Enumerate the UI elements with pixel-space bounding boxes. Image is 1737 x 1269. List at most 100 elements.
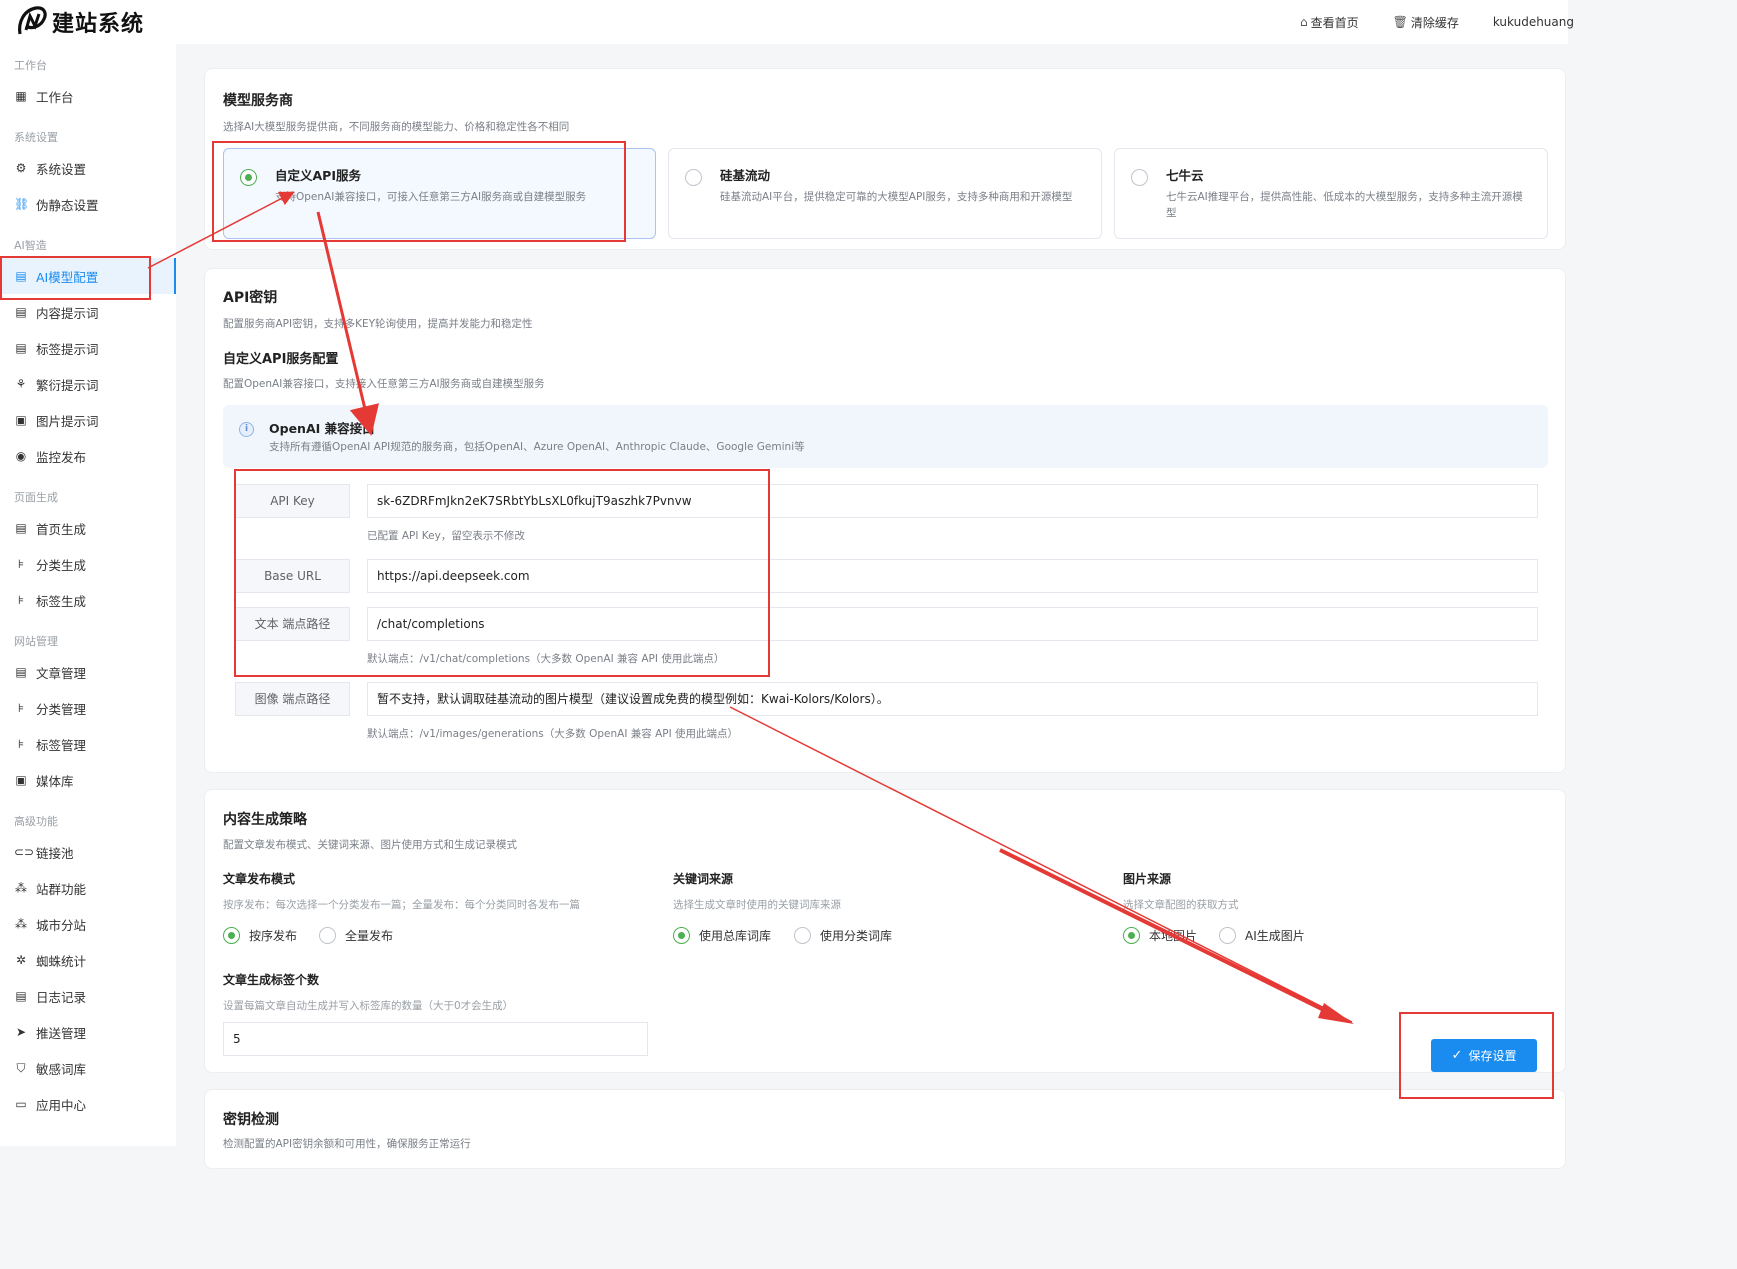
card-title: 内容生成策略 [223,812,307,828]
trash-icon: 🗑 [1392,15,1408,29]
sidebar-item-label: 推送管理 [36,1025,87,1041]
sidebar-item-category-mgmt[interactable]: ⊧ 分类管理 [0,690,176,726]
sidebar-item-label: 标签生成 [36,593,87,609]
image-endpoint-input[interactable]: 暂不支持，默认调取硅基流动的图片模型（建议设置成免费的模型例如：Kwai-Kol… [367,682,1538,716]
image-icon: ▣ [15,413,27,427]
publish-mode-all[interactable]: 全量发布 [319,927,393,944]
home-icon: ⌂ [1299,15,1308,29]
card-title: 密钥检测 [223,1112,279,1128]
sidebar-item-rewrite-settings[interactable]: ⛓ 伪静态设置 [0,186,176,222]
provider-radio[interactable] [685,169,702,186]
tag-count-input[interactable]: 5 [223,1022,648,1056]
sidebar-item-label: 文章管理 [36,665,87,681]
share-nodes-icon: ⚘ [15,377,27,391]
publish-mode-desc: 按序发布：每次选择一个分类发布一篇；全量发布：每个分类同时各发布一篇 [223,899,580,911]
sub-desc: 配置OpenAI兼容接口，支持接入任意第三方AI服务商或自建模型服务 [223,378,545,390]
provider-radio[interactable] [1131,169,1148,186]
sidebar-item-link-pool[interactable]: ⊂⊃ 链接池 [0,834,176,870]
sidebar-item-label: 分类生成 [36,557,87,573]
api-key-hint: 已配置 API Key，留空表示不修改 [367,530,525,542]
radio[interactable] [1123,927,1140,944]
image-icon: ▣ [15,773,27,787]
notice-desc: 支持所有遵循OpenAI API规范的服务商，包括OpenAI、Azure Op… [269,441,805,453]
sidebar-item-workbench[interactable]: ▦ 工作台 [0,78,176,114]
radio-label: AI生成图片 [1245,929,1305,943]
gear-icon: ⚙ [15,161,27,175]
sidebar-item-tag-mgmt[interactable]: ⊧ 标签管理 [0,726,176,762]
sidebar-item-media-library[interactable]: ▣ 媒体库 [0,762,176,798]
sidebar-item-sensitive-words[interactable]: ⛉ 敏感词库 [0,1050,176,1086]
sidebar-item-tag-prompt[interactable]: ▤ 标签提示词 [0,330,176,366]
provider-name: 硅基流动 [720,168,771,183]
radio[interactable] [223,927,240,944]
provider-option-siliconflow[interactable]: 硅基流动 硅基流动AI平台，提供稳定可靠的大模型API服务，支持多种商用和开源模… [668,148,1102,239]
sidebar-group-workbench: 工作台 [14,59,47,72]
sidebar-item-article-mgmt[interactable]: ▤ 文章管理 [0,654,176,690]
provider-option-qiniu[interactable]: 七牛云 七牛云AI推理平台，提供高性能、低成本的大模型服务，支持多种主流开源模型 [1114,148,1548,239]
sidebar-item-ai-model-config[interactable]: ▤ AI模型配置 [0,258,176,294]
key-check-card: 密钥检测 检测配置的API密钥余额和可用性，确保服务正常运行 [204,1089,1566,1169]
sidebar-item-home-gen[interactable]: ▤ 首页生成 [0,510,176,546]
logo[interactable]: 建站系统 [14,4,144,40]
sitemap-icon: ⛓ [14,197,30,211]
view-home-link[interactable]: ⌂ 查看首页 [1300,14,1359,31]
sidebar-item-push-mgmt[interactable]: ➤ 推送管理 [0,1014,176,1050]
sidebar-item-label: 标签管理 [36,737,87,753]
save-settings-button[interactable]: ✓ 保存设置 [1431,1039,1537,1072]
tree-icon: ⊧ [17,593,25,607]
user-menu[interactable]: kukudehuang [1493,15,1574,29]
cluster-icon: ⁂ [15,881,27,895]
sidebar-item-app-center[interactable]: ▭ 应用中心 [0,1086,176,1122]
radio-label: 按序发布 [249,929,298,943]
content-strategy-card: 内容生成策略 配置文章发布模式、关键词来源、图片使用方式和生成记录模式 文章发布… [204,789,1566,1073]
keyword-source-desc: 选择生成文章时使用的关键词库来源 [673,899,841,911]
radio[interactable] [319,927,336,944]
card-title: API密钥 [223,290,278,306]
radio-label: 使用总库词库 [699,929,772,943]
sidebar-item-system-settings[interactable]: ⚙ 系统设置 [0,150,176,186]
provider-option-custom-api[interactable]: 自定义API服务 支持OpenAI兼容接口，可接入任意第三方AI服务商或自建模型… [223,148,656,239]
radio-label: 全量发布 [345,929,394,943]
provider-desc: 七牛云AI推理平台，提供高性能、低成本的大模型服务，支持多种主流开源模型 [1166,191,1523,219]
sidebar-item-derive-prompt[interactable]: ⚘ 繁衍提示词 [0,366,176,402]
base-url-input[interactable]: https://api.deepseek.com [367,559,1538,593]
grid-icon: ▦ [15,89,27,103]
keyword-source-category[interactable]: 使用分类词库 [794,927,892,944]
sidebar-item-logs[interactable]: ▤ 日志记录 [0,978,176,1014]
check-icon: ✓ [1451,1048,1463,1063]
sidebar-item-label: 分类管理 [36,701,87,717]
base-url-label: Base URL [235,559,350,593]
keyword-source-total[interactable]: 使用总库词库 [673,927,771,944]
provider-name: 七牛云 [1166,168,1204,183]
document-icon: ▤ [15,269,27,283]
sidebar-item-city-sites[interactable]: ⁂ 城市分站 [0,906,176,942]
publish-mode-sequential[interactable]: 按序发布 [223,927,297,944]
image-source-ai[interactable]: AI生成图片 [1219,927,1305,944]
sidebar-item-tag-gen[interactable]: ⊧ 标签生成 [0,582,176,618]
sidebar-item-monitor-publish[interactable]: ◉ 监控发布 [0,438,176,474]
sidebar-item-spider-stats[interactable]: ✲ 蜘蛛统计 [0,942,176,978]
sidebar-item-label: 繁衍提示词 [36,377,99,393]
radio[interactable] [1219,927,1236,944]
sidebar-item-site-cluster[interactable]: ⁂ 站群功能 [0,870,176,906]
sidebar-group-ai: AI智造 [14,239,47,252]
sidebar-item-content-prompt[interactable]: ▤ 内容提示词 [0,294,176,330]
radio[interactable] [673,927,690,944]
save-button-label: 保存设置 [1468,1049,1517,1063]
text-endpoint-hint: 默认端点：/v1/chat/completions（大多数 OpenAI 兼容 … [367,653,725,665]
image-source-local[interactable]: 本地图片 [1123,927,1197,944]
top-bar: 建站系统 ⌂ 查看首页 🗑 清除缓存 kukudehuang [0,0,1574,44]
image-source-title: 图片来源 [1123,872,1172,886]
logo-icon [18,6,47,35]
sidebar-item-image-prompt[interactable]: ▣ 图片提示词 [0,402,176,438]
send-icon: ➤ [15,1025,27,1039]
clear-cache-link[interactable]: 🗑 清除缓存 [1393,14,1459,31]
cluster-icon: ⁂ [15,917,27,931]
sidebar-item-category-gen[interactable]: ⊧ 分类生成 [0,546,176,582]
sidebar-item-label: 敏感词库 [36,1061,87,1077]
provider-radio[interactable] [240,169,257,186]
api-key-input[interactable]: sk-6ZDRFmJkn2eK7SRbtYbLsXL0fkujT9aszhk7P… [367,484,1538,518]
radio[interactable] [794,927,811,944]
view-home-label: 查看首页 [1310,15,1359,30]
text-endpoint-input[interactable]: /chat/completions [367,607,1538,641]
